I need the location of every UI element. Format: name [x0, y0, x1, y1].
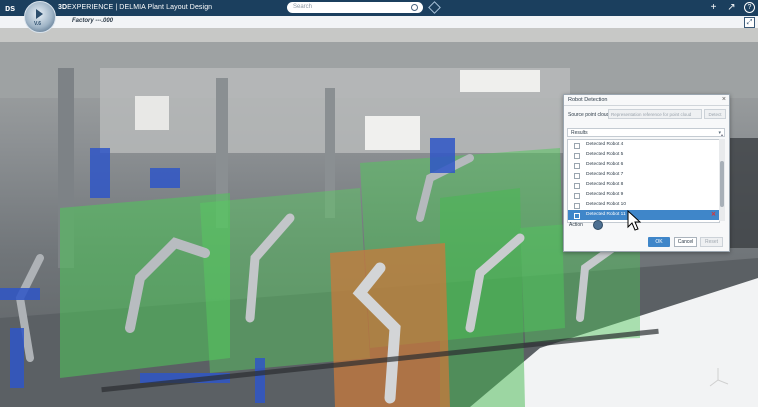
results-list[interactable]: Detected Robot 4 Detected Robot 5 Detect…: [567, 139, 720, 223]
fullscreen-icon[interactable]: ⤢: [744, 17, 755, 28]
detect-button[interactable]: Detect: [704, 109, 726, 119]
list-item-label: Detected Robot 8: [586, 182, 624, 187]
share-icon[interactable]: ↗: [726, 2, 737, 13]
scrollbar-thumb[interactable]: [720, 161, 724, 207]
window: [365, 116, 420, 150]
play-icon[interactable]: [36, 9, 43, 19]
help-icon[interactable]: ?: [744, 2, 755, 13]
tag-icon[interactable]: [428, 1, 441, 14]
rack: [728, 138, 758, 248]
list-item[interactable]: Detected Robot 10: [568, 200, 719, 210]
checkbox[interactable]: [574, 203, 580, 209]
mouse-pointer-icon: [627, 210, 641, 231]
divider: [564, 105, 729, 106]
results-label: Results: [571, 130, 588, 136]
search-input[interactable]: Search: [287, 2, 423, 13]
list-item-label: Detected Robot 6: [586, 162, 624, 167]
results-section-header[interactable]: Results ▾: [567, 128, 725, 137]
checkbox[interactable]: [574, 173, 580, 179]
list-item-label: Detected Robot 10: [586, 202, 627, 207]
ds-logo-icon[interactable]: ᴅs: [5, 3, 15, 13]
reset-button[interactable]: Reset: [700, 237, 723, 247]
ceiling-light: [0, 28, 758, 42]
action-icon[interactable]: [593, 220, 603, 230]
compass-version: V.6: [34, 21, 42, 27]
close-icon[interactable]: ×: [722, 96, 726, 103]
list-item[interactable]: Detected Robot 5: [568, 150, 719, 160]
plus-icon[interactable]: +: [708, 2, 719, 13]
checkbox[interactable]: [574, 193, 580, 199]
top-bar: ᴅs 3DEXPERIENCE | DELMIA Plant Layout De…: [0, 0, 758, 16]
list-item-selected[interactable]: Detected Robot 11 ✕: [568, 210, 719, 220]
list-item[interactable]: Detected Robot 4: [568, 140, 719, 150]
list-item[interactable]: Detected Robot 9: [568, 190, 719, 200]
source-placeholder: Representation reference for point cloud: [611, 112, 692, 117]
checkbox[interactable]: [574, 143, 580, 149]
checkbox[interactable]: [574, 153, 580, 159]
list-item[interactable]: Detected Robot 8: [568, 180, 719, 190]
list-item-label: Detected Robot 9: [586, 192, 624, 197]
search-icon[interactable]: [411, 4, 418, 11]
window: [135, 96, 169, 130]
robot-detection-dialog: Robot Detection × Source point cloud Rep…: [563, 94, 730, 252]
brand-prefix: 3D: [58, 4, 68, 11]
green-zone: [440, 188, 525, 407]
chevron-up-icon[interactable]: ▴: [719, 132, 725, 137]
action-label: Action: [569, 222, 583, 228]
checkbox[interactable]: [574, 183, 580, 189]
source-point-cloud-label: Source point cloud: [568, 112, 610, 118]
ok-button[interactable]: OK: [648, 237, 670, 247]
dialog-title: Robot Detection: [568, 97, 608, 103]
brand-app-name: Plant Layout Design: [147, 4, 213, 11]
list-item[interactable]: Detected Robot 7: [568, 170, 719, 180]
search-placeholder: Search: [293, 4, 313, 10]
list-item-label: Detected Robot 4: [586, 142, 624, 147]
source-point-cloud-field[interactable]: Representation reference for point cloud: [608, 109, 702, 119]
compass-widget[interactable]: V.6: [24, 1, 56, 33]
checkbox[interactable]: [574, 163, 580, 169]
app-brand: 3DEXPERIENCE | DELMIA Plant Layout Desig…: [58, 4, 212, 11]
list-item[interactable]: Detected Robot 6: [568, 160, 719, 170]
results-scrollbar[interactable]: ▴: [719, 132, 725, 221]
list-item-label: Detected Robot 5: [586, 152, 624, 157]
cancel-button[interactable]: Cancel: [674, 237, 697, 247]
list-item-label: Detected Robot 7: [586, 172, 624, 177]
window: [460, 70, 540, 92]
checkbox[interactable]: [574, 213, 580, 219]
delete-icon[interactable]: ✕: [711, 210, 716, 220]
list-item-label: Detected Robot 11: [586, 212, 626, 217]
document-title[interactable]: Factory ---.000: [72, 18, 113, 24]
brand-main: EXPERIENCE | DELMIA: [67, 4, 146, 11]
